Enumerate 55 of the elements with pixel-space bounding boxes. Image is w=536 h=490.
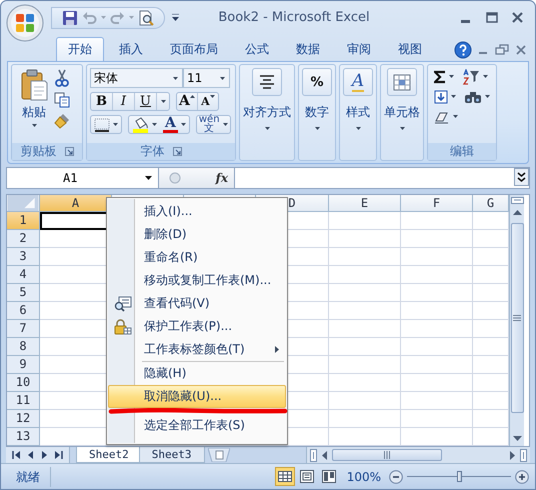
group-label: 字体 [140, 143, 164, 160]
shrink-font-button[interactable]: A [198, 93, 218, 110]
status-text: 就绪 [7, 466, 51, 486]
ribbon-group-button[interactable]: 对齐方式 [240, 65, 294, 160]
row-header[interactable]: 2 [7, 230, 40, 248]
row-header[interactable]: 1 [7, 212, 40, 230]
ribbon-tab[interactable]: 插入 [107, 37, 155, 61]
bold-button[interactable]: B [91, 93, 113, 110]
ribbon-tab[interactable]: 数据 [284, 37, 332, 61]
sheet-tab[interactable]: Sheet2 [76, 447, 142, 463]
menu-item[interactable]: 取消隐藏(U)... [108, 385, 286, 408]
menu-item[interactable]: 重命名(R) [108, 246, 286, 269]
phonetic-guide-button[interactable]: wén 文 [196, 116, 230, 133]
ribbon-group-button[interactable]: % 数字 [299, 65, 335, 160]
ribbon-tab[interactable]: 审阅 [335, 37, 383, 61]
grow-font-button[interactable]: A [177, 93, 198, 110]
row-header[interactable]: 4 [7, 266, 40, 284]
row-header[interactable]: 12 [7, 410, 40, 428]
sheet-tab[interactable]: Sheet3 [138, 447, 204, 463]
row-header[interactable]: 5 [7, 284, 40, 302]
row-header[interactable]: 9 [7, 356, 40, 374]
group-label: 剪贴板 [20, 143, 56, 160]
window-title: Book2 - Microsoft Excel [217, 10, 371, 25]
row-header[interactable]: 3 [7, 248, 40, 266]
ribbon-tab[interactable]: 页面布局 [158, 37, 230, 61]
underline-button[interactable]: U [135, 93, 157, 110]
menu-item[interactable]: 移动或复制工作表(M)... [108, 269, 286, 292]
zoom-level[interactable]: 100% [346, 470, 381, 484]
menu-item[interactable]: 查看代码(V) [108, 292, 286, 315]
group-label: 编辑 [450, 143, 474, 160]
ribbon-group-button[interactable]: 单元格 [381, 65, 423, 160]
column-header[interactable]: F [401, 195, 473, 212]
row-header[interactable]: 11 [7, 392, 40, 410]
italic-button[interactable]: I [113, 93, 135, 110]
menu-item[interactable]: 选定全部工作表(S) [108, 414, 286, 437]
menu-item[interactable]: 删除(D) [108, 223, 286, 246]
row-header[interactable]: 13 [7, 428, 40, 446]
ribbon-group-button[interactable]: A 样式 [340, 65, 376, 160]
paste-button[interactable]: 粘贴 [18, 67, 50, 143]
ribbon-tab[interactable]: 公式 [233, 37, 281, 61]
menu-item[interactable]: 工作表标签颜色(T) [108, 338, 286, 361]
column-header[interactable]: A [40, 195, 112, 212]
row-header[interactable]: 7 [7, 320, 40, 338]
menu-item[interactable]: 隐藏(H) [108, 362, 286, 385]
row-header[interactable]: 8 [7, 338, 40, 356]
ribbon-tab[interactable]: 视图 [386, 37, 434, 61]
column-header[interactable]: E [329, 195, 401, 212]
row-header[interactable]: 6 [7, 302, 40, 320]
percent-icon: % [310, 74, 324, 90]
column-header[interactable]: G [473, 195, 509, 212]
row-header[interactable]: 10 [7, 374, 40, 392]
menu-item[interactable]: 保护工作表(P)... [108, 315, 286, 338]
ribbon-tab[interactable]: 开始 [56, 37, 104, 61]
font-name-field[interactable]: 宋体 [90, 68, 183, 88]
font-size-field[interactable]: 11 [183, 68, 230, 88]
